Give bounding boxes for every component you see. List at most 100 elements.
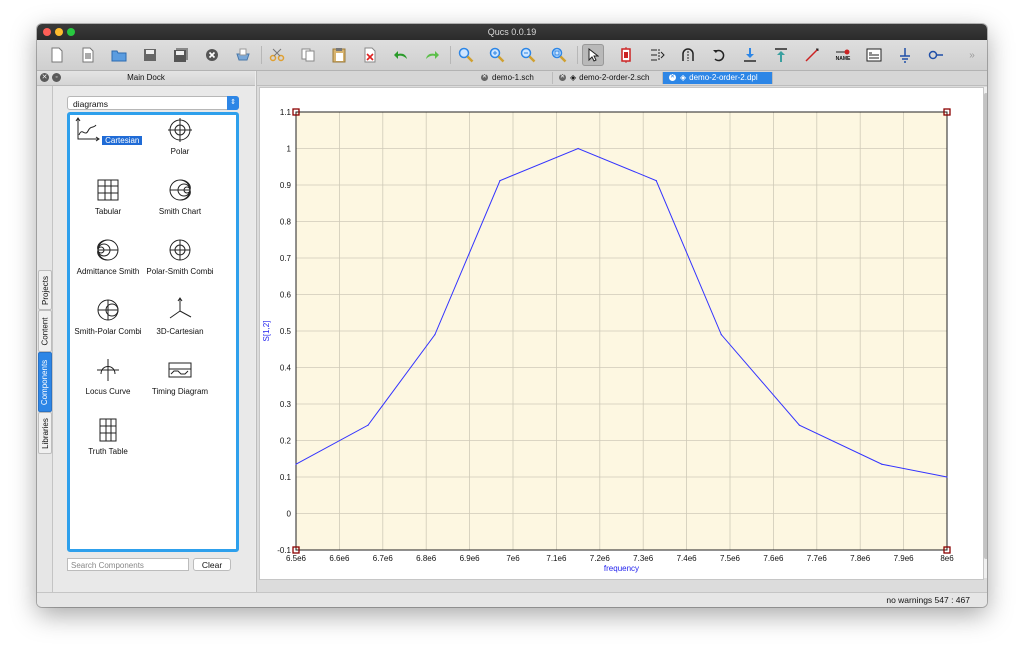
y-tick-label: 0.1: [280, 473, 292, 482]
new-file-icon[interactable]: [46, 44, 68, 66]
open-icon[interactable]: [108, 44, 130, 66]
zoom-out-icon[interactable]: [517, 44, 539, 66]
polar-smith-icon: [169, 239, 191, 261]
y-tick-label: 0.4: [280, 364, 292, 373]
component-polar-smith-combi[interactable]: Polar-Smith Combi: [142, 235, 218, 293]
rotate-icon[interactable]: [708, 44, 730, 66]
zoom-window-button[interactable]: [67, 28, 75, 36]
scrollbar-thumb[interactable]: [984, 93, 987, 559]
copy-icon[interactable]: [297, 44, 319, 66]
save-icon[interactable]: [139, 44, 161, 66]
side-tab-label: Content: [40, 316, 50, 346]
component-label: Timing Diagram: [151, 387, 209, 396]
title-bar: Qucs 0.0.19: [37, 24, 987, 40]
tabular-icon: [97, 179, 119, 201]
search-components-input[interactable]: Search Components: [67, 558, 189, 571]
mirror-y-icon[interactable]: [677, 44, 699, 66]
equation-icon[interactable]: [863, 44, 885, 66]
side-tab-content[interactable]: Content: [38, 310, 52, 352]
dock-float-button[interactable]: ◦: [52, 73, 61, 82]
close-icon[interactable]: [201, 44, 223, 66]
save-all-icon[interactable]: [170, 44, 192, 66]
toolbar-overflow-icon[interactable]: »: [963, 44, 981, 66]
component-label: Smith-Polar Combi: [74, 327, 142, 336]
paste-icon[interactable]: [328, 44, 350, 66]
dock-close-button[interactable]: ✕: [40, 73, 49, 82]
locus-curve-icon: [97, 359, 119, 381]
minimize-window-button[interactable]: [55, 28, 63, 36]
new-text-icon[interactable]: [77, 44, 99, 66]
cartesian-3d-icon: [169, 297, 192, 319]
status-text: no warnings 547 : 467: [886, 595, 970, 605]
exit-subcircuit-icon[interactable]: [770, 44, 792, 66]
redo-icon[interactable]: [421, 44, 443, 66]
tab-label: demo-2-order-2.sch: [579, 73, 650, 82]
undo-icon[interactable]: [390, 44, 412, 66]
port-icon[interactable]: [925, 44, 947, 66]
vertical-scrollbar[interactable]: [984, 87, 987, 578]
data-point: [946, 476, 948, 478]
y-tick-label: 0: [287, 510, 292, 519]
tab-close-icon[interactable]: ✕: [559, 74, 566, 82]
print-icon[interactable]: [232, 44, 254, 66]
x-tick-label: 7.5e6: [720, 554, 741, 563]
data-point: [720, 334, 722, 336]
component-label: Truth Table: [88, 447, 128, 456]
cartesian-icon: [75, 117, 100, 142]
window-title: Qucs 0.0.19: [487, 27, 537, 37]
component-3d-cartesian[interactable]: 3D-Cartesian: [142, 295, 218, 353]
clear-button[interactable]: Clear: [193, 558, 231, 571]
zoom-fit-icon[interactable]: [455, 44, 477, 66]
side-tab-components[interactable]: Components: [38, 352, 52, 412]
deactivate-icon[interactable]: [615, 44, 637, 66]
dock-header: ✕ ◦ Main Dock: [37, 71, 255, 86]
x-tick-label: 6.7e6: [373, 554, 394, 563]
x-tick-label: 7.9e6: [894, 554, 915, 563]
zoom-in-icon[interactable]: [486, 44, 508, 66]
y-tick-label: 0.8: [280, 218, 292, 227]
x-tick-label: 7.7e6: [807, 554, 828, 563]
side-tab-projects[interactable]: Projects: [38, 270, 52, 310]
data-point: [577, 147, 579, 150]
document-tabs: ✕ demo-1.sch ✕ ◈ demo-2-order-2.sch ✕ ◈ demo-…: [257, 71, 987, 86]
component-admittance-smith[interactable]: Admittance Smith: [70, 235, 146, 293]
category-select[interactable]: diagrams ⇕: [67, 96, 239, 110]
x-axis-label: frequency: [604, 564, 639, 573]
select-icon[interactable]: [582, 44, 604, 66]
data-point: [295, 463, 297, 465]
close-window-button[interactable]: [43, 28, 51, 36]
tab-close-icon[interactable]: ✕: [481, 74, 488, 82]
tab-demo-1-sch[interactable]: ✕ demo-1.sch: [475, 72, 553, 84]
enter-subcircuit-icon[interactable]: [739, 44, 761, 66]
tab-demo-2-order-2-dpl[interactable]: ✕ ◈ demo-2-order-2.dpl: [663, 72, 773, 84]
data-point: [434, 334, 436, 336]
toolbar-separator: [261, 46, 262, 64]
cut-icon[interactable]: [266, 44, 288, 66]
component-truth-table[interactable]: Truth Table: [70, 415, 146, 473]
component-timing-diagram[interactable]: Timing Diagram: [142, 355, 218, 413]
schematic-canvas[interactable]: 6.5e6 6.6e6 6.7e6 6.8e6 6.9e6 7e6 7.1e6 7.2e6 7.…: [259, 87, 984, 580]
zoom-selection-icon[interactable]: [548, 44, 570, 66]
component-smith-chart[interactable]: Smith Chart: [142, 175, 218, 233]
ground-icon[interactable]: [894, 44, 916, 66]
component-polar[interactable]: Polar: [142, 115, 218, 173]
y-tick-label: 0.3: [280, 400, 292, 409]
side-tab-libraries[interactable]: Libraries: [38, 412, 52, 454]
component-smith-polar-combi[interactable]: Smith-Polar Combi: [70, 295, 146, 353]
delete-icon[interactable]: [359, 44, 381, 66]
component-label: Cartesian: [102, 136, 143, 145]
component-label: Polar: [170, 147, 190, 156]
toolbar-separator: [577, 46, 578, 64]
tab-demo-2-order-2-sch[interactable]: ✕ ◈ demo-2-order-2.sch: [553, 72, 663, 84]
wire-label-icon[interactable]: NAME: [832, 44, 854, 66]
wire-icon[interactable]: [801, 44, 823, 66]
x-tick-label: 7.6e6: [763, 554, 784, 563]
truth-table-icon: [99, 418, 117, 442]
component-locus-curve[interactable]: Locus Curve: [70, 355, 146, 413]
cartesian-diagram[interactable]: 6.5e6 6.6e6 6.7e6 6.8e6 6.9e6 7e6 7.1e6 7.2e6 7.…: [260, 88, 983, 579]
component-cartesian[interactable]: Cartesian: [70, 115, 146, 173]
tab-close-icon[interactable]: ✕: [669, 74, 676, 82]
mirror-x-icon[interactable]: [646, 44, 668, 66]
component-tabular[interactable]: Tabular: [70, 175, 146, 233]
data-point: [881, 463, 883, 465]
